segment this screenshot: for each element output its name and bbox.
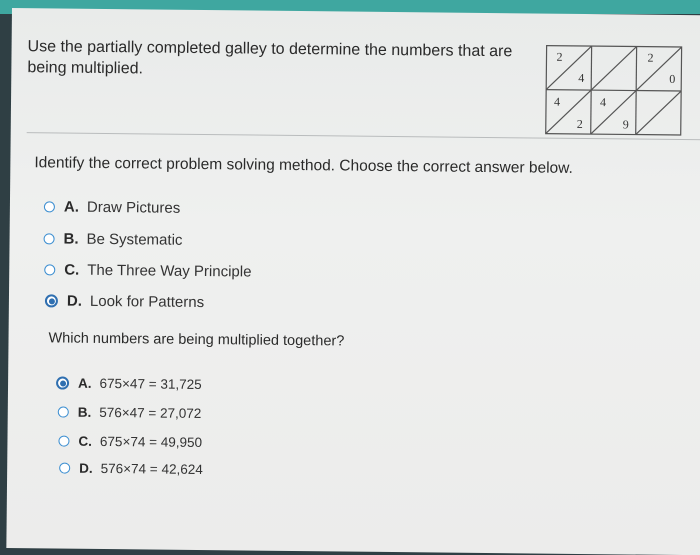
radio-button-selected[interactable] (56, 376, 70, 390)
radio-button[interactable] (57, 406, 69, 418)
galley-digit: 2 (647, 51, 653, 65)
question-text: Use the partially completed galley to de… (27, 38, 513, 78)
option-letter: C. (64, 261, 80, 279)
option-text: 675×47 = 31,725 (99, 375, 202, 393)
number-option-b[interactable]: B. 576×47 = 27,072 (57, 404, 202, 422)
option-letter: B. (77, 404, 92, 420)
option-text: The Three Way Principle (87, 261, 252, 281)
option-letter: D. (66, 292, 83, 310)
radio-button[interactable] (44, 264, 56, 276)
option-letter: D. (79, 460, 93, 476)
method-option-c[interactable]: C. The Three Way Principle (44, 261, 252, 281)
radio-button-selected[interactable] (44, 294, 59, 308)
galley-digit: 4 (554, 95, 560, 109)
number-option-c[interactable]: C. 675×74 = 49,950 (58, 433, 203, 451)
method-option-a[interactable]: A. Draw Pictures (43, 198, 181, 217)
galley-digit: 4 (600, 95, 606, 109)
galley-digit: 9 (623, 117, 629, 131)
galley-digit: 0 (669, 72, 675, 86)
number-option-d[interactable]: D. 576×74 = 42,624 (59, 460, 203, 478)
option-letter: C. (78, 433, 93, 449)
radio-button[interactable] (43, 201, 55, 213)
option-text: Draw Pictures (86, 198, 181, 217)
option-text: 576×47 = 27,072 (99, 404, 202, 422)
number-option-a[interactable]: A. 675×47 = 31,725 (56, 375, 202, 392)
radio-button[interactable] (43, 233, 55, 245)
galley-digit: 2 (577, 117, 583, 131)
option-text: Be Systematic (86, 230, 183, 249)
option-text: 675×74 = 49,950 (99, 433, 203, 451)
numbers-prompt: Which numbers are being multiplied toget… (48, 330, 345, 350)
radio-button[interactable] (58, 435, 70, 447)
method-option-b[interactable]: B. Be Systematic (43, 230, 183, 249)
galley-digit: 4 (578, 71, 584, 85)
option-text: 576×74 = 42,624 (100, 460, 203, 478)
option-letter: A. (77, 375, 92, 391)
method-prompt: Identify the correct problem solving met… (34, 154, 573, 177)
option-letter: B. (63, 230, 79, 248)
question-panel: Use the partially completed galley to de… (6, 8, 700, 555)
radio-button[interactable] (59, 462, 71, 474)
option-letter: A. (63, 198, 80, 216)
method-option-d[interactable]: D. Look for Patterns (44, 292, 205, 312)
option-text: Look for Patterns (89, 292, 205, 312)
galley-digit: 2 (556, 50, 562, 64)
galley-lattice-grid: 2 4 2 0 4 2 4 9 (545, 44, 683, 136)
